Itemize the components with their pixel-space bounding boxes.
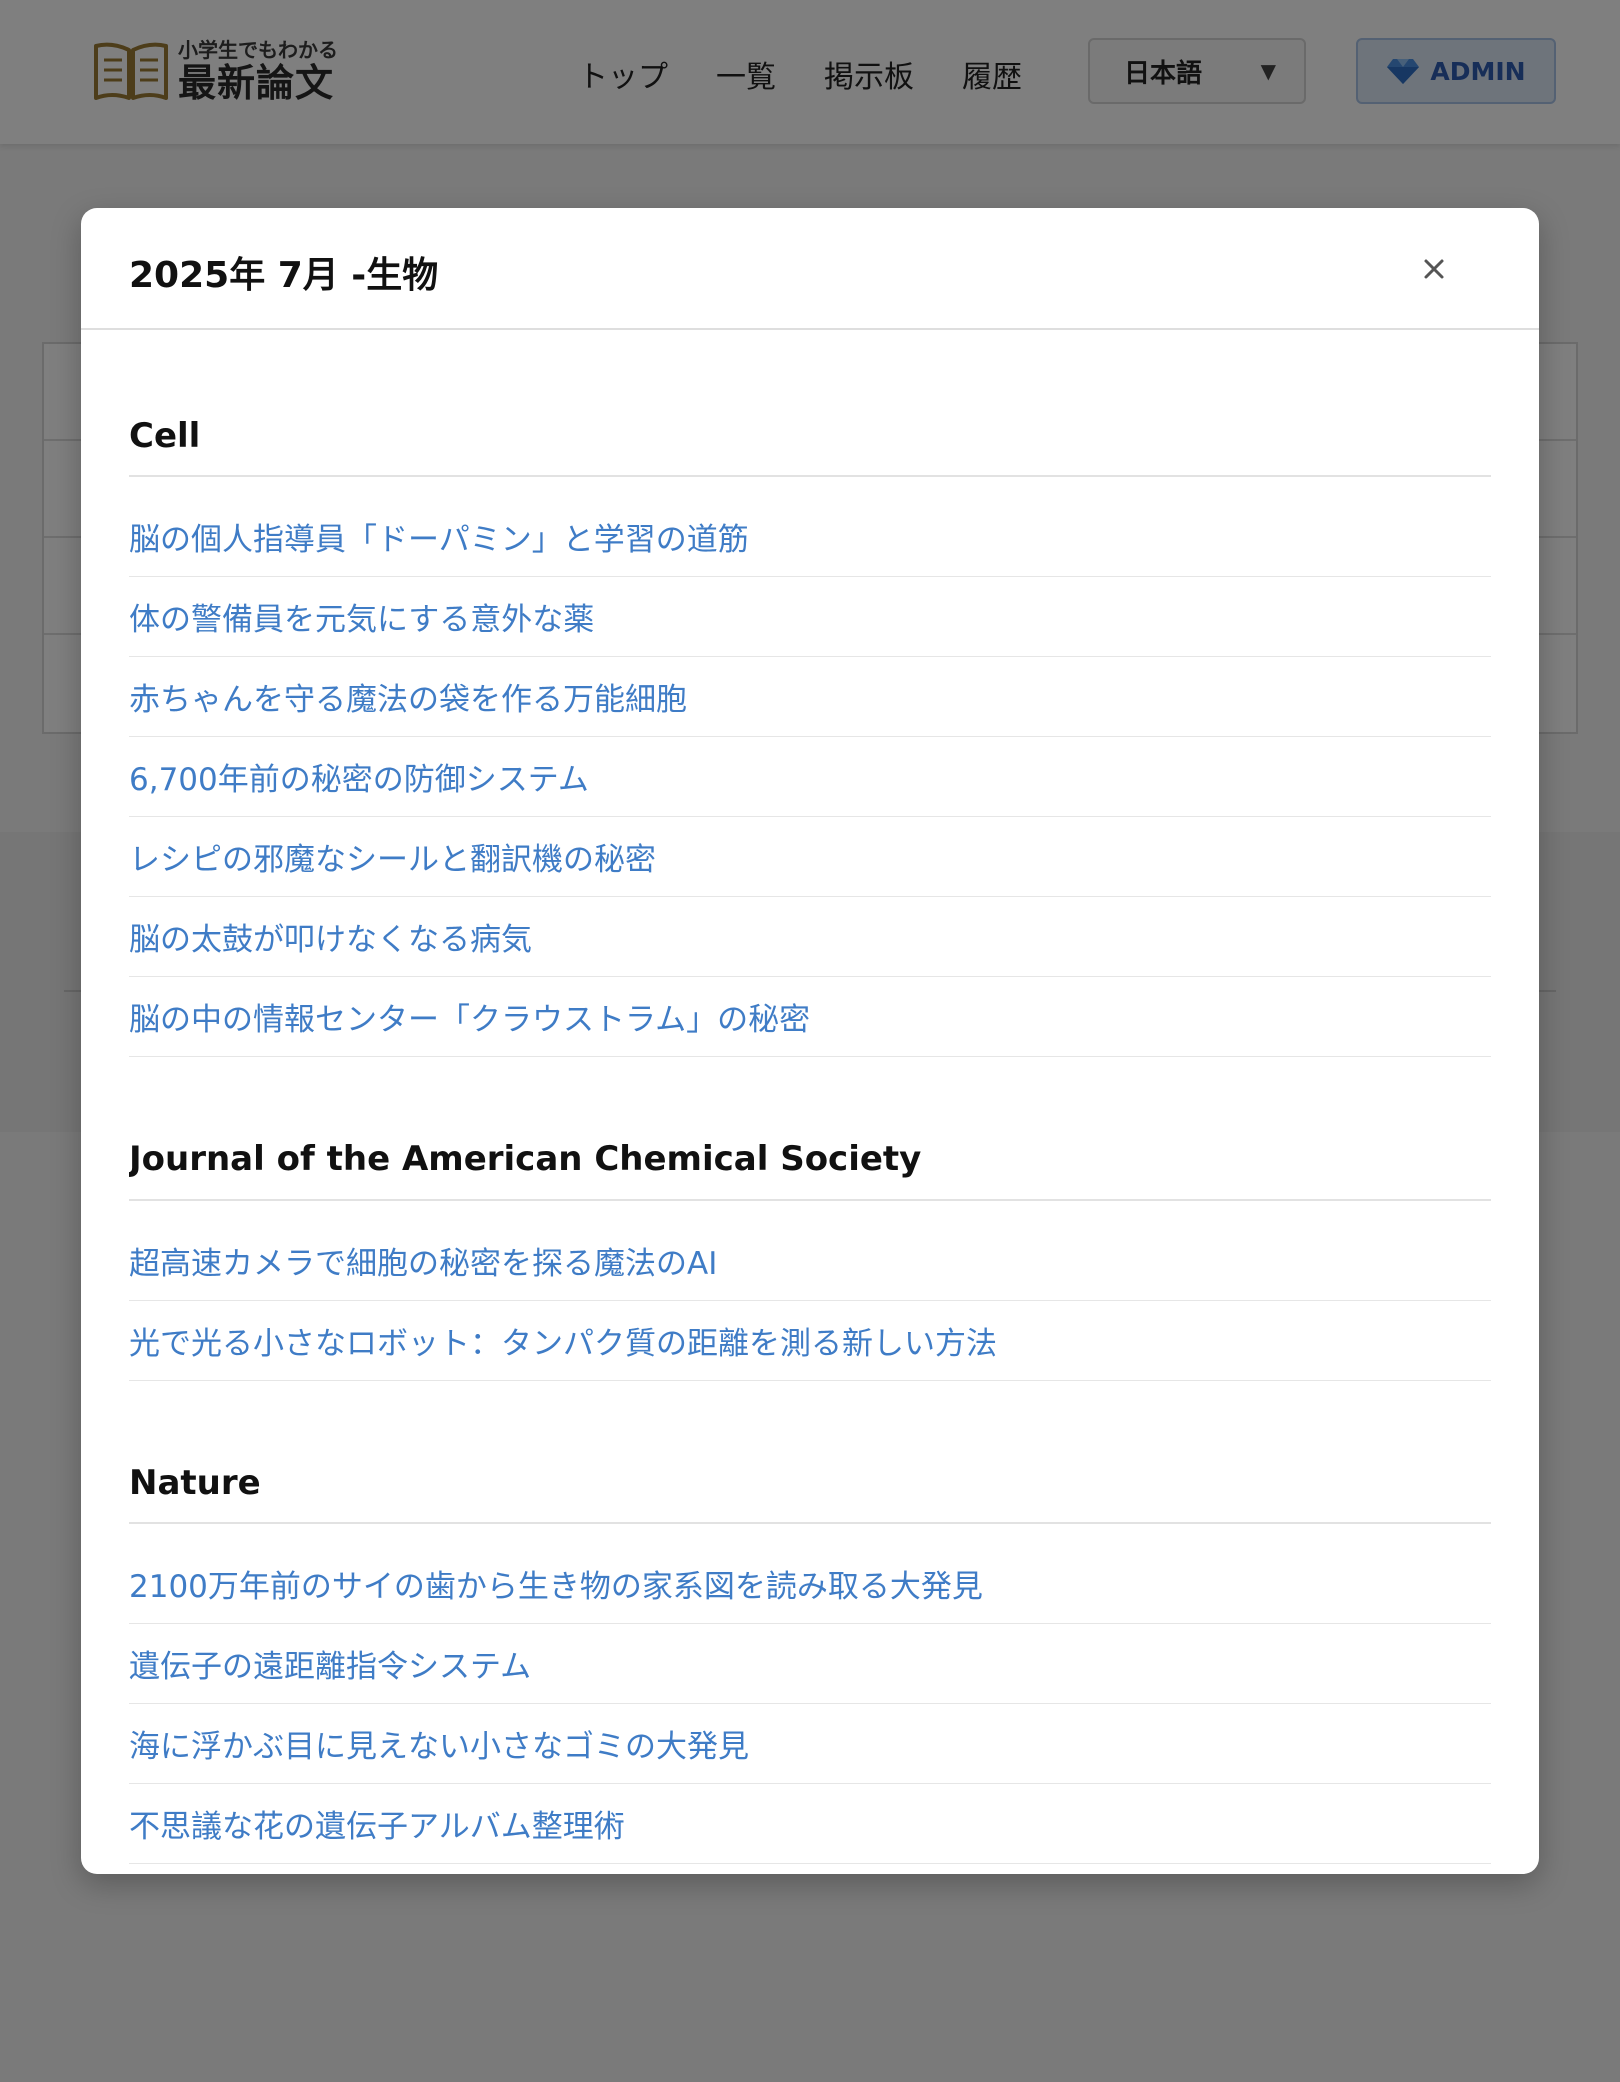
article-link[interactable]: 体の警備員を元気にする意外な薬	[129, 594, 594, 639]
modal-dialog: 2025年 7月 -生物 Cell 脳の個人指導員「ドーパミン」と学習の道筋 体…	[81, 208, 1539, 1874]
modal-title: 2025年 7月 -生物	[129, 255, 439, 296]
list-item: 赤ちゃんを守る魔法の袋を作る万能細胞	[129, 657, 1491, 738]
article-link[interactable]: 超高速カメラで細胞の秘密を探る魔法のAI	[129, 1238, 717, 1283]
article-link[interactable]: 脳の中の情報センター「クラウストラム」の秘密	[129, 994, 810, 1039]
list-item: 6,700年前の秘密の防御システム	[129, 737, 1491, 818]
list-item: 脳の中の情報センター「クラウストラム」の秘密	[129, 977, 1491, 1058]
modal-header: 2025年 7月 -生物	[81, 208, 1539, 330]
article-link[interactable]: 海に浮かぶ目に見えない小さなゴミの大発見	[129, 1721, 749, 1766]
article-link[interactable]: 6,700年前の秘密の防御システム	[129, 754, 589, 799]
article-list: 2100万年前のサイの歯から生き物の家系図を読み取る大発見 遺伝子の遠距離指令シ…	[129, 1524, 1491, 1865]
article-list: 超高速カメラで細胞の秘密を探る魔法のAI 光で光る小さなロボット：タンパク質の距…	[129, 1201, 1491, 1381]
journal-name: Cell	[129, 417, 1491, 478]
article-link[interactable]: 光で光る小さなロボット：タンパク質の距離を測る新しい方法	[129, 1318, 997, 1363]
article-link[interactable]: 2100万年前のサイの歯から生き物の家系図を読み取る大発見	[129, 1561, 983, 1606]
list-item: 超高速カメラで細胞の秘密を探る魔法のAI	[129, 1221, 1491, 1301]
list-item: レシピの邪魔なシールと翻訳機の秘密	[129, 817, 1491, 898]
article-link[interactable]: 不思議な花の遺伝子アルバム整理術	[129, 1801, 625, 1846]
list-item: 脳の個人指導員「ドーパミン」と学習の道筋	[129, 497, 1491, 578]
list-item: 遺伝子の遠距離指令システム	[129, 1624, 1491, 1705]
article-list: 脳の個人指導員「ドーパミン」と学習の道筋 体の警備員を元気にする意外な薬 赤ちゃ…	[129, 477, 1491, 1058]
journal-section-cell: Cell 脳の個人指導員「ドーパミン」と学習の道筋 体の警備員を元気にする意外な…	[129, 417, 1491, 1058]
list-item: 海に浮かぶ目に見えない小さなゴミの大発見	[129, 1704, 1491, 1785]
article-link[interactable]: 脳の個人指導員「ドーパミン」と学習の道筋	[129, 514, 749, 559]
close-icon[interactable]	[1417, 252, 1451, 286]
journal-section-nature: Nature 2100万年前のサイの歯から生き物の家系図を読み取る大発見 遺伝子…	[129, 1464, 1491, 1865]
modal-body[interactable]: Cell 脳の個人指導員「ドーパミン」と学習の道筋 体の警備員を元気にする意外な…	[129, 332, 1491, 1874]
journal-name: Journal of the American Chemical Society	[129, 1141, 1491, 1201]
article-link[interactable]: 赤ちゃんを守る魔法の袋を作る万能細胞	[129, 674, 687, 719]
article-link[interactable]: レシピの邪魔なシールと翻訳機の秘密	[129, 834, 656, 879]
journal-section-jacs: Journal of the American Chemical Society…	[129, 1141, 1491, 1381]
article-link[interactable]: 遺伝子の遠距離指令システム	[129, 1641, 531, 1686]
list-item: 不思議な花の遺伝子アルバム整理術	[129, 1784, 1491, 1865]
list-item: 体の警備員を元気にする意外な薬	[129, 577, 1491, 658]
list-item: 脳の太鼓が叩けなくなる病気	[129, 897, 1491, 978]
list-item: 2100万年前のサイの歯から生き物の家系図を読み取る大発見	[129, 1544, 1491, 1625]
article-link[interactable]: 脳の太鼓が叩けなくなる病気	[129, 914, 532, 959]
list-item: 光で光る小さなロボット：タンパク質の距離を測る新しい方法	[129, 1301, 1491, 1381]
journal-name: Nature	[129, 1464, 1491, 1525]
